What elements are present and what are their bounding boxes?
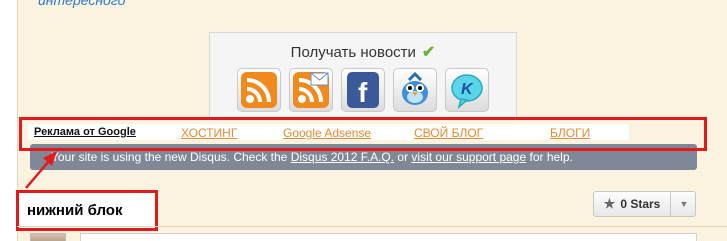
disqus-notice-middle: or xyxy=(394,150,412,164)
rss-icon[interactable] xyxy=(237,68,281,112)
star-icon: ★ xyxy=(603,196,616,211)
kontakt-icon[interactable]: K xyxy=(445,68,489,112)
subscribe-title-text: Получать новости xyxy=(290,44,416,61)
checkmark-icon: ✔ xyxy=(421,44,436,61)
comment-input[interactable] xyxy=(80,233,697,241)
top-partial-link[interactable]: интересного xyxy=(38,0,125,8)
disqus-notice-suffix: for help. xyxy=(526,150,573,164)
disqus-notice-prefix: Your site is using the new Disqus. Check… xyxy=(51,150,291,164)
facebook-icon[interactable]: f xyxy=(341,68,385,112)
svg-text:f: f xyxy=(358,77,368,108)
subscribe-title: Получать новости ✔ xyxy=(210,42,516,62)
highlight-frame xyxy=(19,117,707,151)
rss-email-icon[interactable] xyxy=(289,68,333,112)
twitter-bird-icon[interactable] xyxy=(393,68,437,112)
divider xyxy=(17,226,727,227)
chevron-down-icon[interactable]: ▼ xyxy=(672,192,696,216)
annotation-label: нижний блок xyxy=(27,202,123,219)
star-rating-main[interactable]: ★ 0 Stars xyxy=(594,192,671,216)
annotation-label-box: нижний блок xyxy=(16,190,158,231)
svg-text:K: K xyxy=(461,81,474,98)
disqus-support-link[interactable]: visit our support page xyxy=(411,150,526,164)
star-rating-button[interactable]: ★ 0 Stars ▼ xyxy=(593,191,696,217)
disqus-faq-link[interactable]: Disqus 2012 F.A.Q. xyxy=(291,150,394,164)
star-rating-label: 0 Stars xyxy=(620,197,661,211)
avatar xyxy=(30,233,66,241)
